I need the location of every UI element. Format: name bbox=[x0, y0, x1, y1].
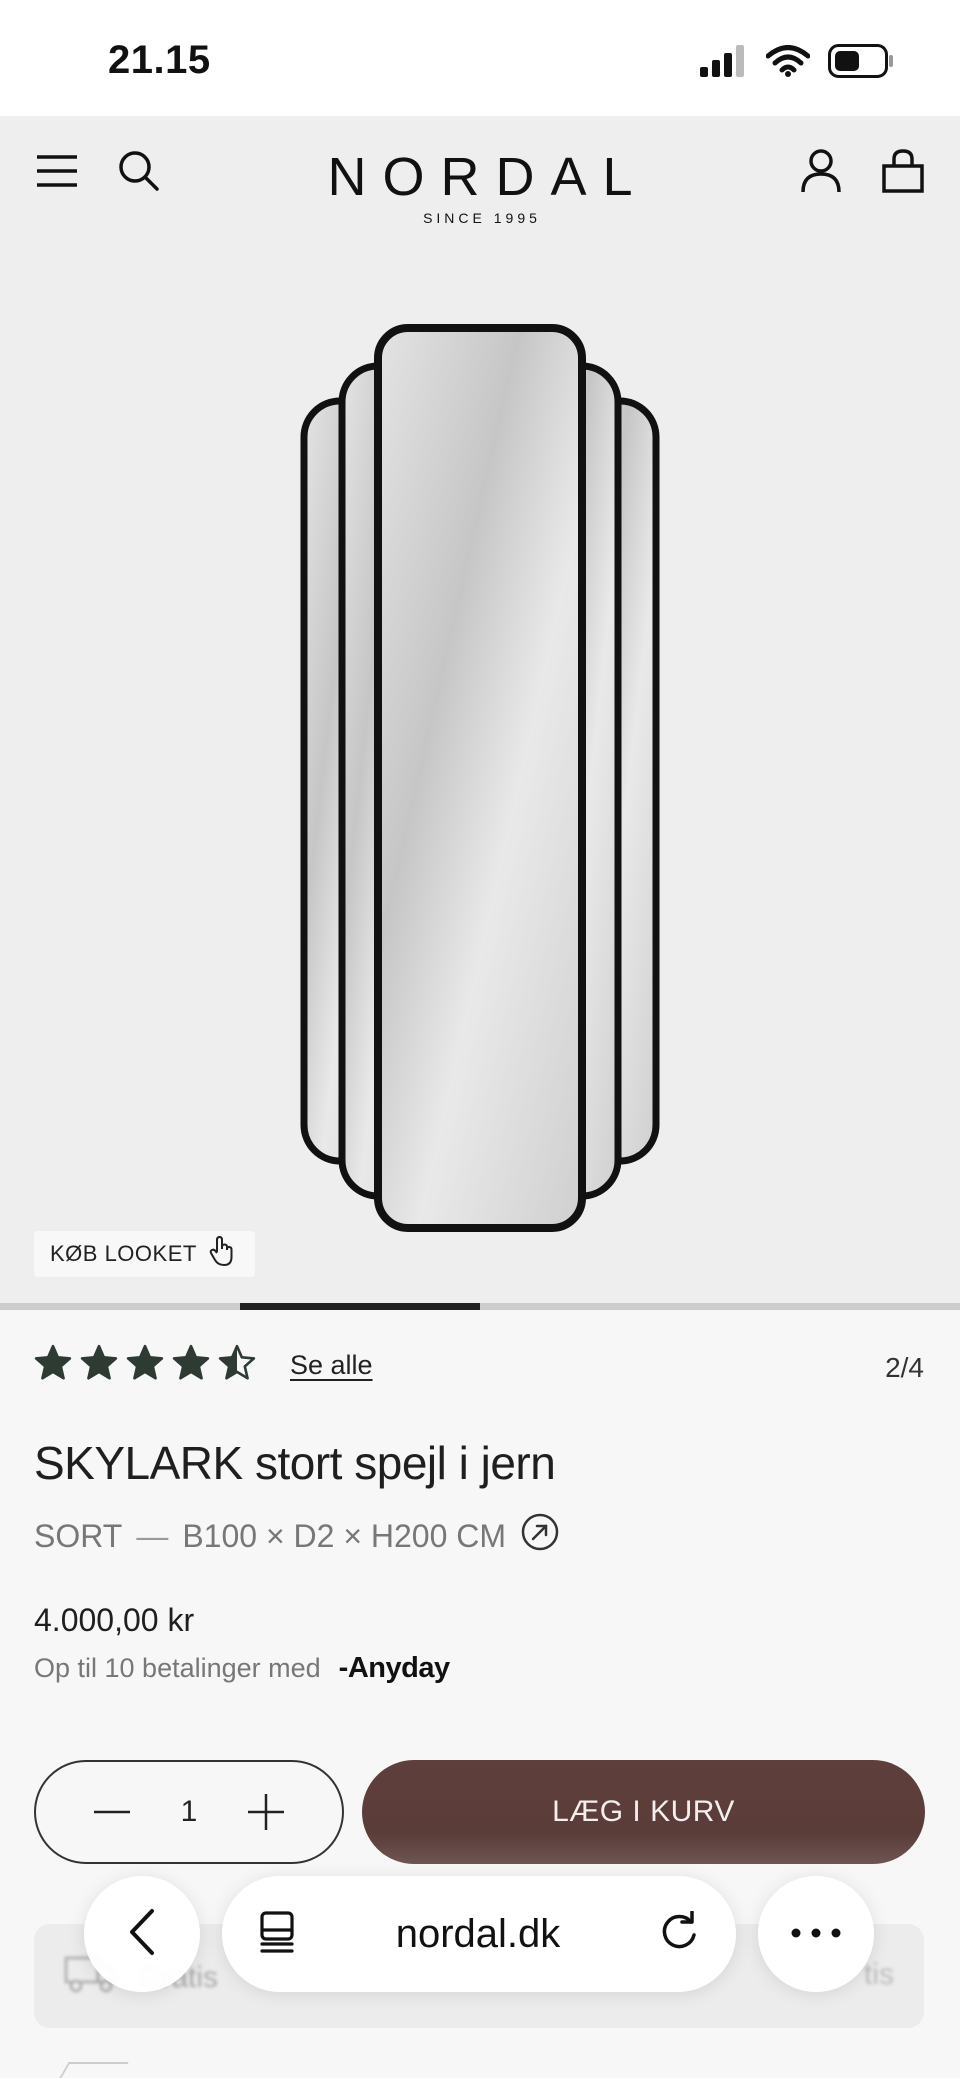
product-variant-info: SORT — B100 × D2 × H200 CM bbox=[34, 1512, 560, 1560]
star-icon bbox=[80, 1344, 118, 1380]
browser-back-button[interactable] bbox=[84, 1876, 200, 1992]
payment-info: Op til 10 betalinger med -Anyday bbox=[34, 1652, 450, 1685]
minus-icon[interactable] bbox=[90, 1790, 134, 1834]
status-icons bbox=[700, 44, 894, 83]
account-icon[interactable] bbox=[796, 146, 846, 196]
chevron-left-icon bbox=[127, 1908, 157, 1961]
product-image-mirror bbox=[300, 324, 660, 1232]
product-color: SORT bbox=[34, 1517, 123, 1554]
plus-icon[interactable] bbox=[244, 1790, 288, 1834]
brand-tagline: SINCE 1995 bbox=[423, 210, 541, 226]
signal-icon bbox=[700, 45, 748, 82]
star-icon bbox=[218, 1344, 256, 1380]
browser-address-bar[interactable]: nordal.dk bbox=[222, 1876, 736, 1992]
product-gallery[interactable]: NORDAL SINCE 1995 KØB LOOKET bbox=[0, 116, 960, 1310]
image-counter: 2/4 bbox=[885, 1352, 924, 1383]
browser-more-button[interactable] bbox=[758, 1876, 874, 1992]
payment-text: Op til 10 betalinger med bbox=[34, 1653, 321, 1683]
star-icon bbox=[172, 1344, 210, 1380]
add-to-cart-button[interactable]: LÆG I KURV bbox=[362, 1760, 925, 1864]
wifi-icon bbox=[765, 45, 811, 82]
product-dimensions: B100 × D2 × H200 CM bbox=[182, 1517, 507, 1554]
browser-toolbar: nordal.dk bbox=[0, 1874, 960, 1998]
product-price: 4.000,00 kr bbox=[34, 1602, 195, 1638]
anyday-logo: -Anyday bbox=[338, 1652, 450, 1684]
gallery-progress-fill bbox=[240, 1303, 480, 1310]
partial-icon bbox=[51, 2062, 129, 2078]
more-dots-icon bbox=[791, 1925, 841, 1943]
browser-url[interactable]: nordal.dk bbox=[396, 1912, 561, 1957]
gallery-progress-bar bbox=[0, 1303, 960, 1310]
star-icon bbox=[126, 1344, 164, 1380]
status-time: 21.15 bbox=[108, 38, 211, 82]
quantity-value[interactable]: 1 bbox=[181, 1795, 198, 1829]
reload-icon[interactable] bbox=[658, 1909, 700, 1958]
cart-bag-icon[interactable] bbox=[878, 146, 928, 196]
battery-icon bbox=[828, 44, 894, 83]
tabs-overview-icon[interactable] bbox=[258, 1910, 298, 1959]
see-all-reviews-link[interactable]: Se alle bbox=[290, 1350, 373, 1381]
anyday-logo-text: Anyday bbox=[347, 1652, 450, 1684]
star-icon bbox=[34, 1344, 72, 1380]
rating-stars[interactable] bbox=[34, 1344, 256, 1380]
product-title: SKYLARK stort spejl i jern bbox=[34, 1437, 556, 1489]
shop-the-look-label: KØB LOOKET bbox=[50, 1241, 197, 1266]
status-bar: 21.15 bbox=[0, 0, 960, 116]
separator: — bbox=[136, 1517, 169, 1554]
quantity-stepper[interactable]: 1 bbox=[34, 1760, 344, 1864]
external-link-icon[interactable] bbox=[520, 1512, 560, 1560]
shop-the-look-button[interactable]: KØB LOOKET bbox=[34, 1231, 255, 1277]
hand-pointer-icon bbox=[209, 1236, 235, 1272]
